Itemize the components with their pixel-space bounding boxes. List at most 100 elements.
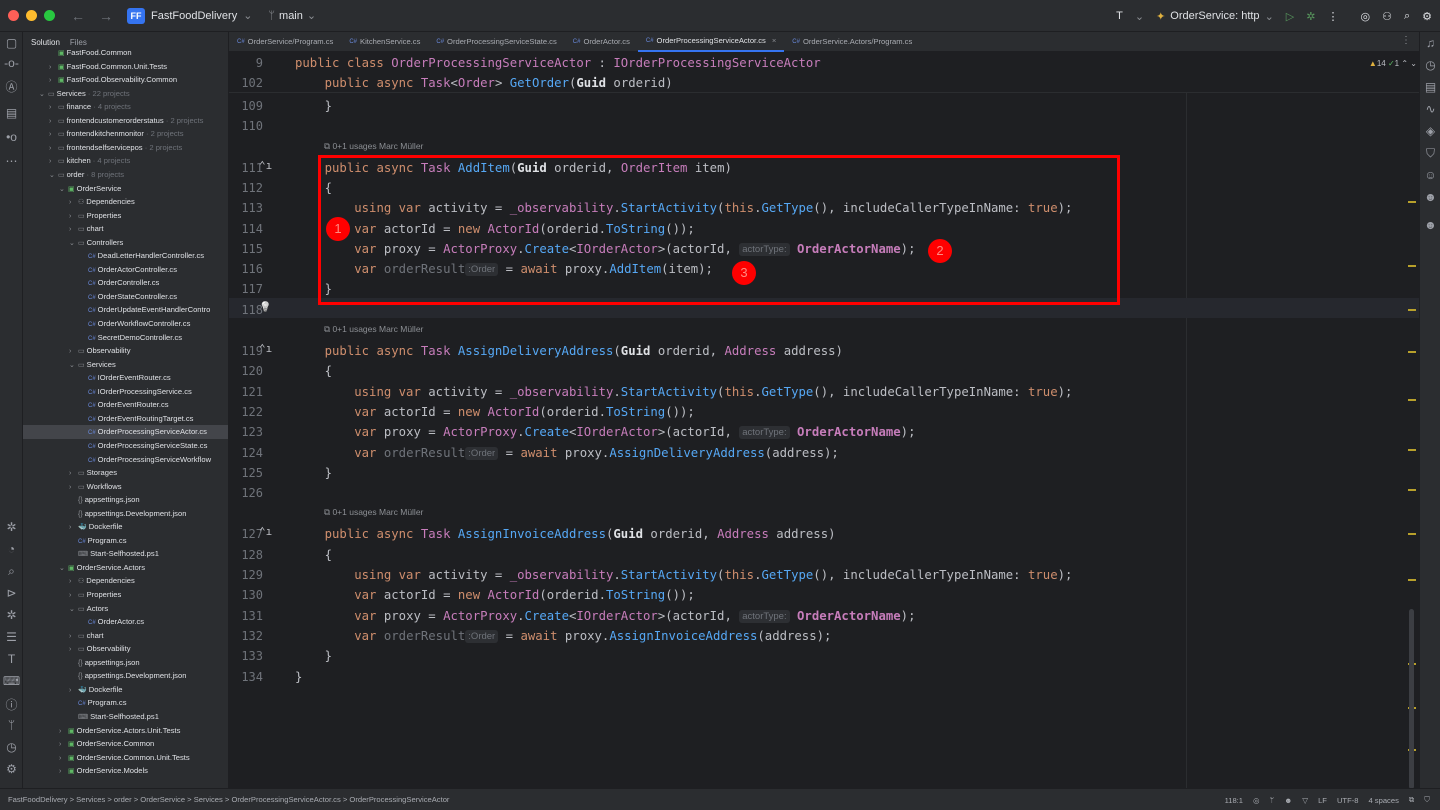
chevron-right-icon[interactable]: › — [69, 345, 78, 358]
power-save-icon[interactable]: ᛘ — [1270, 796, 1275, 805]
line-gutter[interactable]: 130 — [229, 585, 299, 605]
git-tool-icon[interactable]: ᛘ — [0, 718, 23, 732]
line-gutter[interactable]: 117 — [229, 279, 299, 299]
build-tool-icon[interactable]: T — [0, 652, 23, 666]
line-gutter[interactable]: 116 — [229, 259, 299, 279]
code-line[interactable]: } — [295, 96, 332, 116]
line-gutter[interactable]: 118 💡 — [229, 300, 299, 320]
chevron-right-icon[interactable]: › — [69, 467, 78, 480]
tree-file-item[interactable]: C# Program.cs — [23, 534, 228, 548]
tests-tool-icon[interactable]: ☰ — [0, 630, 23, 644]
warning-stripe[interactable] — [1408, 533, 1416, 535]
chevron-down-icon[interactable]: ⌄ — [69, 603, 78, 616]
chevron-right-icon[interactable]: › — [69, 223, 78, 236]
tree-file-item[interactable]: C# DeadLetterHandlerController.cs — [23, 249, 228, 263]
warning-stripe[interactable] — [1408, 265, 1416, 267]
chevron-right-icon[interactable]: › — [69, 575, 78, 588]
line-gutter[interactable]: 129 — [229, 565, 299, 585]
warning-stripe[interactable] — [1408, 579, 1416, 581]
tree-file-item[interactable]: C# OrderProcessingServiceState.cs — [23, 439, 228, 453]
chevron-down-icon[interactable]: ⌄ — [69, 237, 78, 250]
chevron-right-icon[interactable]: › — [69, 196, 78, 209]
implements-gutter-icon[interactable]: ⌃ı — [259, 156, 272, 176]
chevron-down-icon[interactable]: ⌄ — [39, 88, 48, 101]
tree-file-item[interactable]: {} appsettings.json — [23, 656, 228, 670]
chevron-right-icon[interactable]: › — [49, 115, 58, 128]
debug-tool-icon[interactable]: ✲ — [0, 608, 23, 622]
usages-hint[interactable]: ⧉ 0+1 usages Marc Müller — [324, 322, 423, 336]
readonly-toggle-icon[interactable]: ⧉ — [1409, 795, 1414, 805]
tree-folder-item[interactable]: ⌄ ▭ Services · 22 projects — [23, 87, 228, 101]
tree-folder-item[interactable]: › ▭ frontendselfservicepos · 2 projects — [23, 141, 228, 155]
chevron-right-icon[interactable]: › — [69, 521, 78, 534]
line-gutter[interactable]: 119 ⌃ı — [229, 341, 299, 361]
chevron-right-icon[interactable]: › — [59, 752, 68, 765]
notifications-icon[interactable]: ♫ — [1420, 36, 1440, 50]
forward-arrow-icon[interactable]: → — [99, 8, 113, 24]
chevron-down-icon[interactable]: ⌄ — [1135, 10, 1144, 23]
tree-file-item[interactable]: › 🐳 Dockerfile — [23, 683, 228, 697]
chevron-up-icon[interactable]: ⌃ — [1401, 59, 1408, 68]
problems-tool-icon[interactable]: ⓘ — [0, 696, 23, 713]
line-gutter[interactable]: 115 — [229, 239, 299, 259]
chevron-right-icon[interactable]: › — [49, 128, 58, 141]
tree-folder-item[interactable]: › ▭ Observability — [23, 344, 228, 358]
settings-icon[interactable]: ⚙ — [1422, 10, 1432, 23]
database-icon[interactable]: ▤ — [1420, 80, 1440, 94]
warning-stripe[interactable] — [1408, 201, 1416, 203]
tree-folder-item[interactable]: › ▣ OrderService.Common.Unit.Tests — [23, 751, 228, 765]
ai-assistant-icon[interactable]: ◷ — [1420, 58, 1440, 72]
tree-folder-item[interactable]: › ▭ Workflows — [23, 480, 228, 494]
tree-folder-item[interactable]: › ▣ OrderService.Models — [23, 764, 228, 778]
line-gutter[interactable]: 134 — [229, 667, 299, 687]
tree-folder-item[interactable]: › ▭ Observability — [23, 642, 228, 656]
code-line[interactable]: using var activity = _observability.Star… — [295, 382, 1072, 402]
inspection-widget[interactable]: ▲14 ✓1 ⌃ ⌄ — [1369, 59, 1417, 68]
project-tool-icon[interactable]: ▢ — [0, 36, 23, 50]
warning-stripe[interactable] — [1408, 399, 1416, 401]
chevron-right-icon[interactable]: › — [59, 738, 68, 751]
code-line[interactable]: } — [295, 463, 332, 483]
code-line[interactable]: { — [295, 361, 332, 381]
back-arrow-icon[interactable]: ← — [71, 8, 85, 24]
code-line[interactable]: var orderResult:Order = await proxy.Assi… — [295, 626, 831, 646]
run-icon[interactable]: ▷ — [1286, 10, 1294, 23]
warning-stripe[interactable] — [1408, 309, 1416, 311]
chevron-right-icon[interactable]: › — [49, 61, 58, 74]
tree-folder-item[interactable]: › ▭ chart — [23, 629, 228, 643]
tree-folder-item[interactable]: ⌄ ▣ OrderService — [23, 182, 228, 196]
tree-file-item[interactable]: C# IOrderEventRouter.cs — [23, 371, 228, 385]
tree-file-item[interactable]: C# OrderWorkflowController.cs — [23, 317, 228, 331]
tree-file-item[interactable]: C# OrderController.cs — [23, 276, 228, 290]
services-tool-icon[interactable]: ◔ — [0, 542, 23, 556]
usages-hint[interactable]: ⧉ 0+1 usages Marc Müller — [324, 139, 423, 153]
line-gutter[interactable]: 123 — [229, 422, 299, 442]
tree-folder-item[interactable]: › ▭ Storages — [23, 466, 228, 480]
tree-file-item[interactable]: {} appsettings.json — [23, 493, 228, 507]
line-gutter[interactable]: 125 — [229, 463, 299, 483]
code-line[interactable]: } — [295, 646, 332, 666]
activity-icon[interactable]: ∿ — [1420, 102, 1440, 116]
tree-file-item[interactable]: C# OrderStateController.cs — [23, 290, 228, 304]
chevron-right-icon[interactable]: › — [69, 630, 78, 643]
tree-file-item[interactable]: C# OrderProcessingServiceWorkflow — [23, 453, 228, 467]
code-line[interactable]: public async Task<Order> GetOrder(Guid o… — [295, 73, 673, 93]
tree-file-item[interactable]: › 🐳 Dockerfile — [23, 520, 228, 534]
tree-file-item[interactable]: ⌨ Start-Selfhosted.ps1 — [23, 547, 228, 561]
editor-scrollbar[interactable] — [1409, 609, 1414, 788]
code-line[interactable]: using var activity = _observability.Star… — [295, 565, 1072, 585]
copilot-chat-icon[interactable]: ☺ — [1420, 168, 1440, 182]
line-gutter[interactable]: 132 — [229, 626, 299, 646]
tree-folder-item[interactable]: › ▭ kitchen · 4 projects — [23, 154, 228, 168]
code-line[interactable]: var proxy = ActorProxy.Create<IOrderActo… — [295, 422, 915, 442]
chevron-right-icon[interactable]: › — [69, 210, 78, 223]
close-window-button[interactable] — [8, 10, 19, 21]
line-gutter[interactable]: 111 ⌃ı — [229, 158, 299, 178]
chevron-right-icon[interactable]: › — [59, 765, 68, 778]
code-editor[interactable]: 109 } 110 ⧉ 0+1 usages Marc Müller 111 ⌃ı pu… — [229, 53, 1419, 788]
warning-stripe[interactable] — [1408, 489, 1416, 491]
tree-file-item[interactable]: C# OrderEventRoutingTarget.cs — [23, 412, 228, 426]
line-gutter[interactable]: 113 — [229, 198, 299, 218]
chevron-right-icon[interactable]: › — [69, 481, 78, 494]
code-line[interactable]: } — [295, 667, 302, 687]
